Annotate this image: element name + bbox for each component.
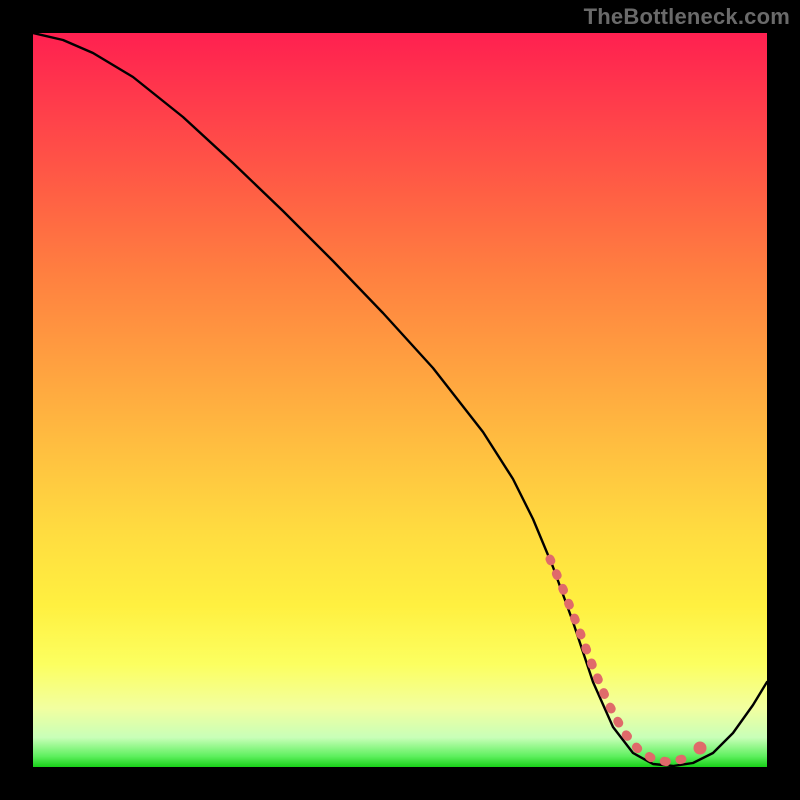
plot-area <box>33 33 767 767</box>
highlight-dot <box>694 742 707 755</box>
chart-svg <box>33 33 767 767</box>
watermark-text: TheBottleneck.com <box>584 4 790 30</box>
highlight-segment <box>550 559 693 762</box>
bottleneck-curve <box>33 33 767 766</box>
